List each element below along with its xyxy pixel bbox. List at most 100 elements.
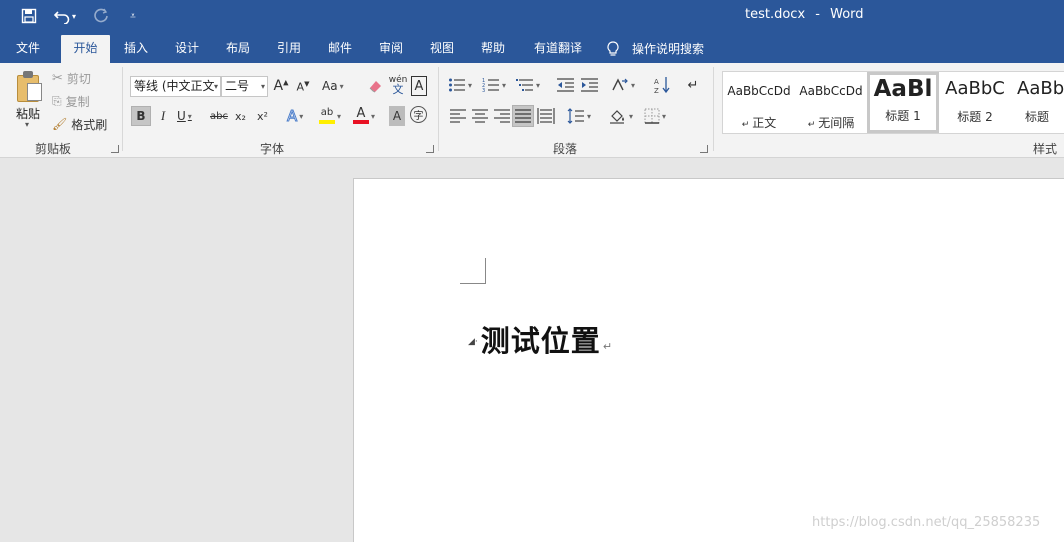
line-spacing-button[interactable] <box>567 106 591 126</box>
title-separator: - <box>815 7 820 22</box>
tab-home[interactable]: 开始 <box>61 35 110 63</box>
font-color-icon: A <box>353 107 369 124</box>
window-title: test.docx - Word <box>745 7 864 22</box>
group-label-font: 字体 <box>260 142 285 156</box>
font-size-select[interactable]: 二号 ▾ <box>221 76 268 97</box>
distributed-button[interactable] <box>536 106 556 126</box>
distributed-icon <box>537 108 555 124</box>
enclose-characters-button[interactable]: 字 <box>410 106 427 123</box>
show-hide-marks-button[interactable]: ↵ <box>684 75 702 95</box>
font-color-swatch <box>353 120 369 124</box>
sort-button[interactable]: AZ <box>652 75 672 95</box>
customize-qat-button[interactable]: ⩡ <box>122 5 144 27</box>
group-separator <box>438 67 439 151</box>
tab-insert[interactable]: 插入 <box>116 35 156 63</box>
phonetic-guide-button[interactable]: wén 文 <box>389 75 408 96</box>
bullets-button[interactable] <box>448 75 472 95</box>
clipboard-dialog-launcher[interactable] <box>111 145 119 153</box>
chevron-down-icon: ▾ <box>260 82 265 91</box>
tab-view[interactable]: 视图 <box>422 35 462 63</box>
collapse-heading-icon[interactable]: ◢· <box>468 337 478 347</box>
paint-bucket-icon <box>610 110 624 124</box>
font-name-select[interactable]: 等线 (中文正文 ▾ <box>130 76 221 97</box>
tab-mailings[interactable]: 邮件 <box>320 35 360 63</box>
align-center-button[interactable] <box>470 106 490 126</box>
align-right-button[interactable] <box>492 106 512 126</box>
undo-button[interactable]: ▾ <box>50 5 80 27</box>
font-size-value: 二号 <box>225 79 250 93</box>
tab-youdao-translate[interactable]: 有道翻译 <box>528 35 588 63</box>
underline-button[interactable]: U <box>177 106 192 126</box>
margin-corner-marker <box>460 258 486 284</box>
borders-button[interactable] <box>644 106 666 126</box>
justify-button[interactable] <box>512 105 534 127</box>
italic-button[interactable]: I <box>155 106 171 126</box>
enclose-characters-icon: 字 <box>413 111 424 122</box>
redo-button[interactable] <box>90 5 112 27</box>
title-bar: ▾ ⩡ test.docx - Word <box>0 0 1064 32</box>
document-page[interactable] <box>353 178 1064 542</box>
increase-indent-button[interactable] <box>580 75 600 95</box>
style-title[interactable]: AaBb 标题 <box>1011 72 1064 133</box>
tell-me-label: 操作说明搜索 <box>632 42 705 56</box>
style-preview: AaBbCcDd <box>727 84 791 98</box>
lightbulb-icon <box>607 41 619 56</box>
format-painter-button[interactable]: 🖌 格式刷 <box>52 114 107 134</box>
paste-button[interactable]: 粘贴 ▾ <box>10 67 48 133</box>
customize-icon: ⩡ <box>130 10 136 22</box>
highlight-label: ab <box>320 107 334 118</box>
tab-file[interactable]: 文件 <box>6 35 50 63</box>
multilevel-list-button[interactable] <box>516 75 540 95</box>
style-heading-1[interactable]: AaBl 标题 1 <box>867 72 939 133</box>
character-border-button[interactable]: A <box>411 76 427 96</box>
quick-access-toolbar: ▾ ⩡ <box>18 5 144 27</box>
group-separator <box>122 67 123 151</box>
tell-me-search[interactable]: 操作说明搜索 <box>606 35 704 63</box>
numbering-button[interactable]: 123 <box>482 75 506 95</box>
underline-icon: U <box>177 109 186 123</box>
redo-icon <box>94 8 108 23</box>
style-normal[interactable]: AaBbCcDd ↵ 正文 <box>723 72 795 133</box>
tab-design[interactable]: 设计 <box>167 35 207 63</box>
superscript-button[interactable]: x² <box>257 106 268 126</box>
heading-paragraph[interactable]: ◢· 测试位置 ↵ <box>468 318 612 360</box>
style-heading-2[interactable]: AaBbC 标题 2 <box>939 72 1011 133</box>
strikethrough-icon: abc <box>210 110 228 122</box>
character-shading-button[interactable]: A <box>389 106 405 126</box>
group-label-styles: 样式 <box>1033 142 1058 156</box>
copy-button[interactable]: ⎘ 复制 <box>52 91 90 111</box>
grow-font-icon: A▲ <box>273 78 289 94</box>
decrease-indent-button[interactable] <box>556 75 576 95</box>
copy-label: 复制 <box>65 94 90 109</box>
grow-font-button[interactable]: A▲ <box>272 76 290 96</box>
save-button[interactable] <box>18 5 40 27</box>
style-no-spacing[interactable]: AaBbCcDd ↵ 无间隔 <box>795 72 867 133</box>
tab-help[interactable]: 帮助 <box>473 35 513 63</box>
align-left-button[interactable] <box>448 106 468 126</box>
svg-text:Z: Z <box>654 87 659 94</box>
tab-references[interactable]: 引用 <box>269 35 309 63</box>
shrink-font-button[interactable]: A▼ <box>294 77 312 97</box>
style-name: ↵ 正文 <box>741 116 777 130</box>
strikethrough-button[interactable]: abc <box>210 106 228 126</box>
text-effects-icon: A <box>286 107 298 126</box>
shading-button[interactable] <box>609 106 633 126</box>
chinese-layout-button[interactable] <box>611 75 635 95</box>
highlight-button[interactable]: ab <box>319 106 341 126</box>
tab-review[interactable]: 审阅 <box>371 35 411 63</box>
tab-layout[interactable]: 布局 <box>218 35 258 63</box>
character-border-icon: A <box>414 78 424 94</box>
subscript-icon: x₂ <box>235 109 246 123</box>
clear-formatting-button[interactable] <box>366 76 384 96</box>
borders-icon <box>644 108 660 124</box>
bold-button[interactable]: B <box>131 106 151 126</box>
font-dialog-launcher[interactable] <box>426 145 434 153</box>
watermark: https://blog.csdn.net/qq_25858235 <box>812 515 1041 530</box>
cut-button[interactable]: ✂ 剪切 <box>52 68 91 88</box>
paste-icon <box>14 71 44 103</box>
font-color-button[interactable]: A <box>353 106 375 126</box>
text-effects-button[interactable]: A <box>286 106 303 126</box>
change-case-button[interactable]: Aa <box>322 76 344 96</box>
paragraph-dialog-launcher[interactable] <box>700 145 708 153</box>
subscript-button[interactable]: x₂ <box>235 106 246 126</box>
